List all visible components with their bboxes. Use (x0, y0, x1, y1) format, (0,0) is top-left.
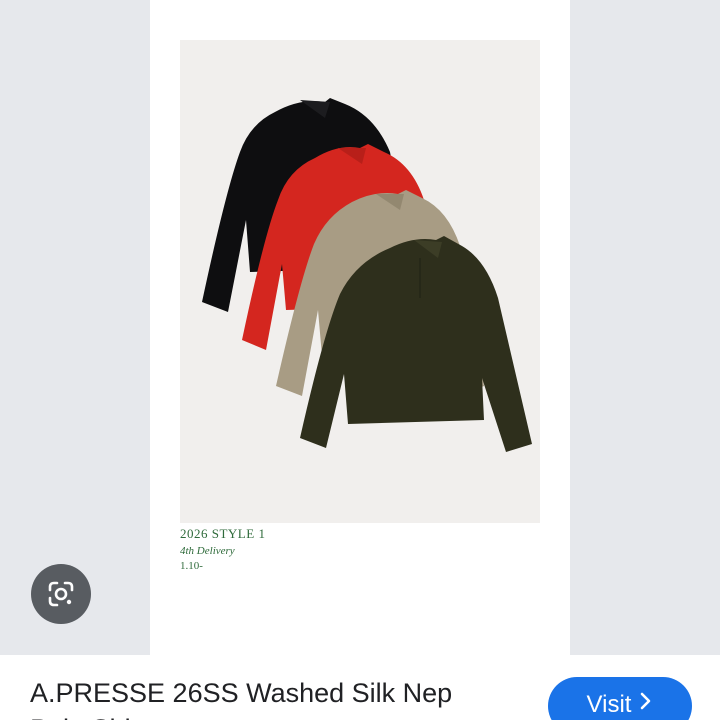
chevron-right-icon (639, 691, 653, 717)
caption-date: 1.10- (180, 560, 203, 572)
result-title[interactable]: A.PRESSE 26SS Washed Silk Nep Polo Shirt (30, 675, 500, 720)
photo-caption: 2026 STYLE 1 4th Delivery 1.10- (180, 526, 265, 572)
image-viewer: 2026 STYLE 1 4th Delivery 1.10- (0, 0, 720, 655)
google-lens-button[interactable] (31, 564, 91, 624)
caption-style: 2026 STYLE 1 (180, 526, 266, 541)
visit-label: Visit (586, 691, 632, 718)
result-sheet: A.PRESSE 26SS Washed Silk Nep Polo Shirt… (0, 655, 720, 720)
google-lens-icon (48, 581, 74, 607)
caption-delivery: 4th Delivery (180, 545, 235, 557)
source-image-card[interactable]: 2026 STYLE 1 4th Delivery 1.10- (150, 0, 570, 655)
product-photo (180, 40, 540, 523)
viewer-left-margin (0, 0, 150, 655)
sweaters-illustration (202, 98, 532, 452)
visit-button[interactable]: Visit (548, 677, 692, 720)
viewer-right-margin (570, 0, 720, 655)
